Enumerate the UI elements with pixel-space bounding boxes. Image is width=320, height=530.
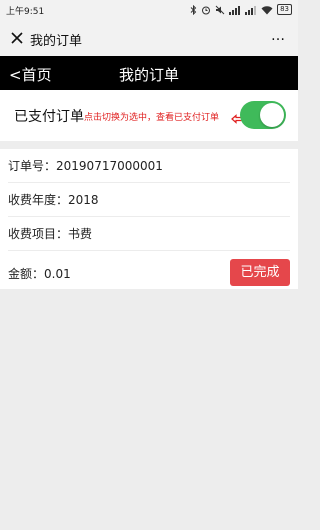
fee-item-value: 书费 xyxy=(68,227,93,241)
wechat-title: 我的订单 xyxy=(30,34,83,49)
amount-label: 金额： xyxy=(8,267,45,281)
close-icon[interactable] xyxy=(8,29,26,47)
mute-icon xyxy=(215,5,225,15)
toggle-knob xyxy=(260,103,284,127)
paid-filter-row: 已支付订单 点击切换为选中，查看已支付订单 xyxy=(0,90,298,141)
more-icon[interactable]: … xyxy=(271,28,286,44)
fee-item-row: 收费项目：书费 xyxy=(8,217,290,251)
fee-item-label: 收费项目： xyxy=(8,227,69,241)
paid-filter-toggle[interactable] xyxy=(240,101,286,129)
status-bar: 上午9:51 83 xyxy=(0,0,298,20)
paid-filter-label: 已支付订单 xyxy=(14,109,84,125)
alarm-icon xyxy=(201,5,211,15)
battery-icon: 83 xyxy=(277,4,292,15)
wechat-header: 我的订单 … xyxy=(0,20,298,56)
amount-value: 0.01 xyxy=(44,267,71,281)
fee-year-label: 收费年度： xyxy=(8,193,69,207)
bluetooth-icon xyxy=(190,4,197,15)
signal-icon xyxy=(229,5,241,15)
order-status-button[interactable]: 已完成 xyxy=(230,259,290,286)
page-nav-bar: 我的订单 <首页 xyxy=(0,56,298,90)
status-time: 上午9:51 xyxy=(6,7,45,17)
fee-year-row: 收费年度：2018 xyxy=(8,183,290,217)
signal-icon-2 xyxy=(245,5,257,15)
paid-filter-hint: 点击切换为选中，查看已支付订单 xyxy=(84,113,220,123)
back-home-link[interactable]: <首页 xyxy=(9,64,52,85)
status-icons: 83 xyxy=(190,4,292,15)
order-number-row: 订单号：20190717000001 xyxy=(8,149,290,183)
order-number-label: 订单号： xyxy=(8,159,57,173)
fee-year-value: 2018 xyxy=(68,193,99,207)
wifi-icon xyxy=(261,5,273,15)
order-number-value: 20190717000001 xyxy=(56,159,163,173)
